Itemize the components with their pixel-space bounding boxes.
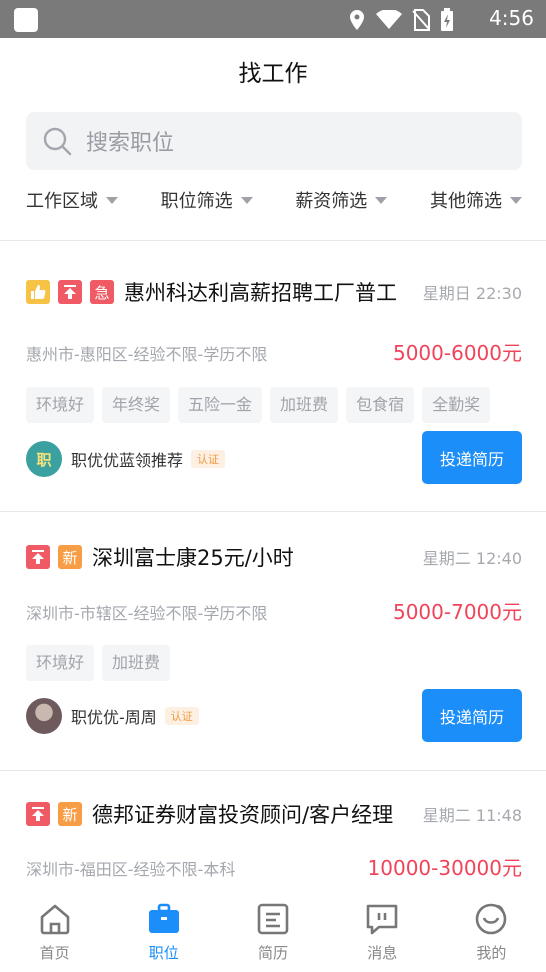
divider [0,511,546,512]
battery-charging-icon [441,8,453,31]
tab-label: 职位 [148,944,179,962]
tab-messages[interactable]: 消息 [328,890,437,972]
tab-jobs[interactable]: 职位 [109,890,218,972]
search-icon [43,127,72,156]
briefcase-icon [148,903,179,933]
status-time: 4:56 [489,6,534,30]
recruiter-name: 职优优蓝领推荐 [71,451,184,470]
job-title: 德邦证券财富投资顾问/客户经理 [92,803,394,827]
divider [0,240,546,241]
job-salary: 10000-30000元 [367,856,522,880]
recruiter-name: 职优优-周周 [71,708,157,727]
app-notification-icon [14,8,38,32]
caret-down-icon [240,196,253,204]
tab-label: 首页 [39,944,70,962]
apply-resume-button[interactable]: 投递简历 [422,431,522,484]
job-tag: 包食宿 [346,387,415,423]
tab-label: 消息 [367,944,398,962]
tab-profile[interactable]: 我的 [437,890,546,972]
job-tag: 环境好 [26,645,95,681]
filter-label: 其他筛选 [429,191,502,212]
job-location: 深圳市-福田区-经验不限-本科 [26,860,236,879]
job-title: 深圳富士康25元/小时 [92,546,294,570]
job-tag: 加班费 [102,645,171,681]
filter-label: 薪资筛选 [295,191,368,212]
job-tags: 环境好 加班费 [26,645,171,681]
urgent-badge: 急 [90,280,114,304]
tab-home[interactable]: 首页 [0,890,109,972]
filter-other[interactable]: 其他筛选 [430,187,522,213]
location-icon [350,10,364,30]
tab-label: 我的 [476,944,507,962]
no-sim-icon [412,9,430,31]
job-tag: 加班费 [270,387,339,423]
top-pin-icon [26,802,50,826]
job-tag: 全勤奖 [422,387,491,423]
caret-down-icon [509,196,522,204]
home-icon [40,904,69,935]
job-tag: 环境好 [26,387,95,423]
thumbs-up-icon [26,280,50,304]
recruiter: 职 职优优蓝领推荐 认证 [26,441,226,477]
caret-down-icon [106,196,118,204]
job-location: 惠州市-惠阳区-经验不限-学历不限 [26,345,268,364]
job-salary: 5000-6000元 [392,341,522,365]
job-time: 星期二 11:48 [422,806,522,825]
message-icon [366,904,398,935]
job-salary: 5000-7000元 [392,600,522,624]
tab-resume[interactable]: 简历 [218,890,327,972]
resume-icon [257,903,289,935]
recruiter-avatar [26,698,62,734]
job-location: 深圳市-市辖区-经验不限-学历不限 [26,604,268,623]
filter-bar: 工作区域 职位筛选 薪资筛选 其他筛选 [26,184,522,216]
divider [0,770,546,771]
verified-badge: 认证 [164,707,199,725]
recruiter: 职优优-周周 认证 [26,698,199,734]
profile-icon [476,903,507,935]
bottom-tab-bar: 首页 职位 简历 消息 我的 [0,890,546,972]
job-time: 星期日 22:30 [422,284,522,303]
job-title: 惠州科达利高薪招聘工厂普工 [124,281,397,305]
filter-position[interactable]: 职位筛选 [161,187,253,213]
search-input[interactable]: 搜索职位 [26,112,522,170]
tab-label: 简历 [258,944,289,962]
filter-area[interactable]: 工作区域 [26,187,118,213]
verified-badge: 认证 [191,450,226,468]
filter-label: 工作区域 [26,191,98,212]
status-bar: 4:56 [0,0,546,38]
wifi-icon [376,10,402,29]
status-icons [348,8,454,32]
filter-salary[interactable]: 薪资筛选 [295,187,388,213]
job-tag: 五险一金 [178,387,263,423]
top-pin-icon [26,545,50,569]
new-badge: 新 [58,802,82,826]
search-placeholder: 搜索职位 [86,131,175,156]
job-tag: 年终奖 [102,387,171,423]
page-title: 找工作 [238,61,308,87]
filter-label: 职位筛选 [160,191,233,212]
top-pin-icon [58,280,82,304]
new-badge: 新 [58,545,82,569]
apply-resume-button[interactable]: 投递简历 [422,689,522,742]
job-time: 星期二 12:40 [422,549,522,568]
job-tags: 环境好 年终奖 五险一金 加班费 包食宿 全勤奖 [26,387,491,423]
caret-down-icon [375,196,388,204]
recruiter-avatar: 职 [26,441,62,477]
